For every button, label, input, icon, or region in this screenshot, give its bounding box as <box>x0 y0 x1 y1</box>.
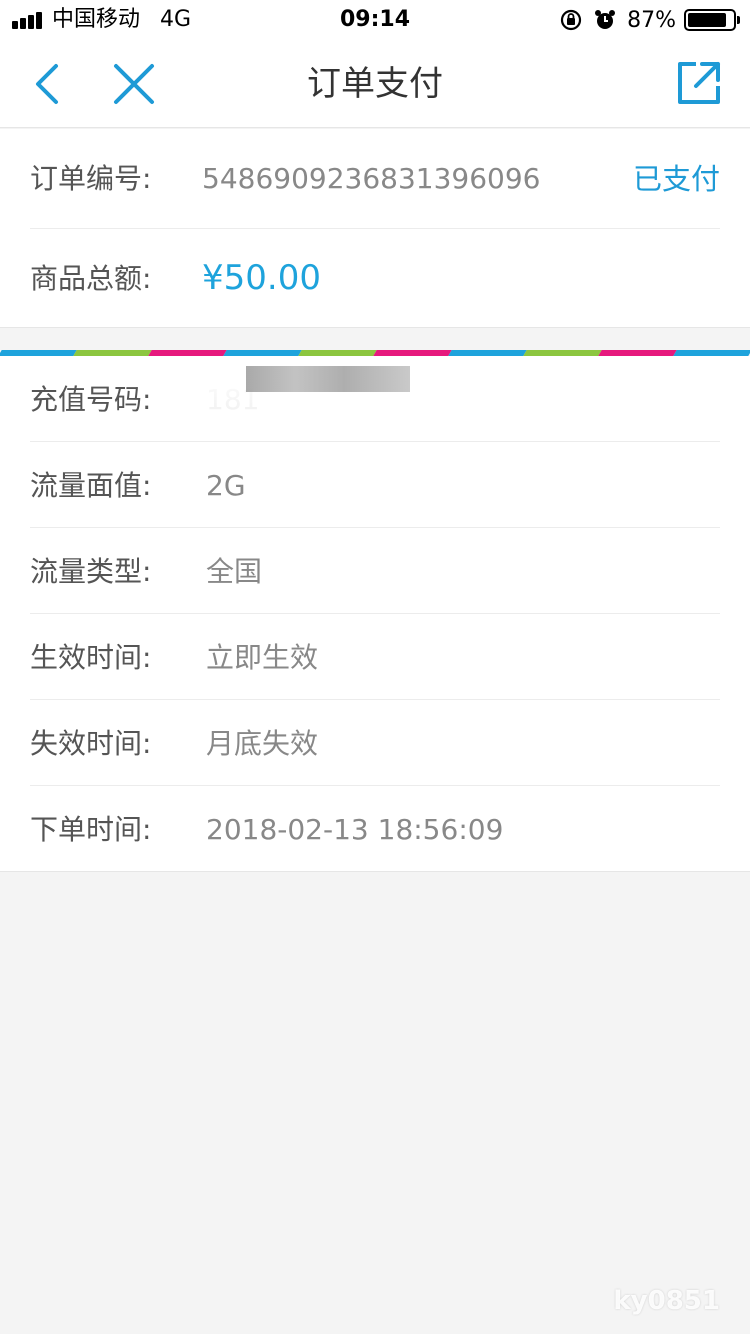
detail-value: 2G <box>206 469 246 502</box>
order-amount-value: ¥50.00 <box>202 258 321 298</box>
site-watermark: ky0851 <box>613 1286 720 1316</box>
detail-label: 生效时间: <box>30 641 152 674</box>
share-external-icon[interactable] <box>676 60 722 106</box>
detail-label: 失效时间: <box>30 727 152 760</box>
detail-row: 流量面值: 2G <box>30 442 720 528</box>
detail-value: 立即生效 <box>206 641 319 674</box>
detail-row: 生效时间: 立即生效 <box>30 614 720 700</box>
detail-row: 充值号码: 181 <box>30 356 720 442</box>
privacy-mosaic <box>246 366 410 392</box>
battery-percent: 87% <box>627 7 676 33</box>
order-number-label: 订单编号: <box>30 162 152 195</box>
order-amount-row: 商品总额: ¥50.00 <box>30 229 720 329</box>
detail-value: 全国 <box>206 555 263 588</box>
detail-row: 下单时间: 2018-02-13 18:56:09 <box>30 786 720 872</box>
detail-value: 2018-02-13 18:56:09 <box>206 813 504 846</box>
detail-label: 下单时间: <box>30 813 152 846</box>
detail-row: 流量类型: 全国 <box>30 528 720 614</box>
detail-row: 失效时间: 月底失效 <box>30 700 720 786</box>
detail-label: 流量类型: <box>30 555 152 588</box>
page-title: 订单支付 <box>307 64 443 104</box>
navigation-bar: 订单支付 <box>0 40 750 128</box>
order-number-value: 5486909236831396096 <box>202 162 541 195</box>
order-detail-card: 充值号码: 181 流量面值: 2G 流量类型: 全国 生效时间: 立即生效 失… <box>0 356 750 872</box>
order-number-row: 订单编号: 5486909236831396096 已支付 <box>30 129 720 229</box>
status-bar: 中国移动 4G 09:14 87% <box>0 0 750 40</box>
battery-icon <box>684 9 740 31</box>
payment-status-badge: 已支付 <box>632 162 720 196</box>
order-summary-card: 订单编号: 5486909236831396096 已支付 商品总额: ¥50.… <box>0 129 750 328</box>
privacy-blur-overlay <box>160 386 490 436</box>
order-amount-label: 商品总额: <box>30 262 152 295</box>
detail-label: 流量面值: <box>30 469 152 502</box>
recharge-number-label: 充值号码: <box>30 383 152 416</box>
status-right: 87% <box>559 6 740 34</box>
rotation-lock-icon <box>560 9 582 31</box>
detail-value: 月底失效 <box>206 727 319 760</box>
alarm-icon <box>595 10 616 29</box>
